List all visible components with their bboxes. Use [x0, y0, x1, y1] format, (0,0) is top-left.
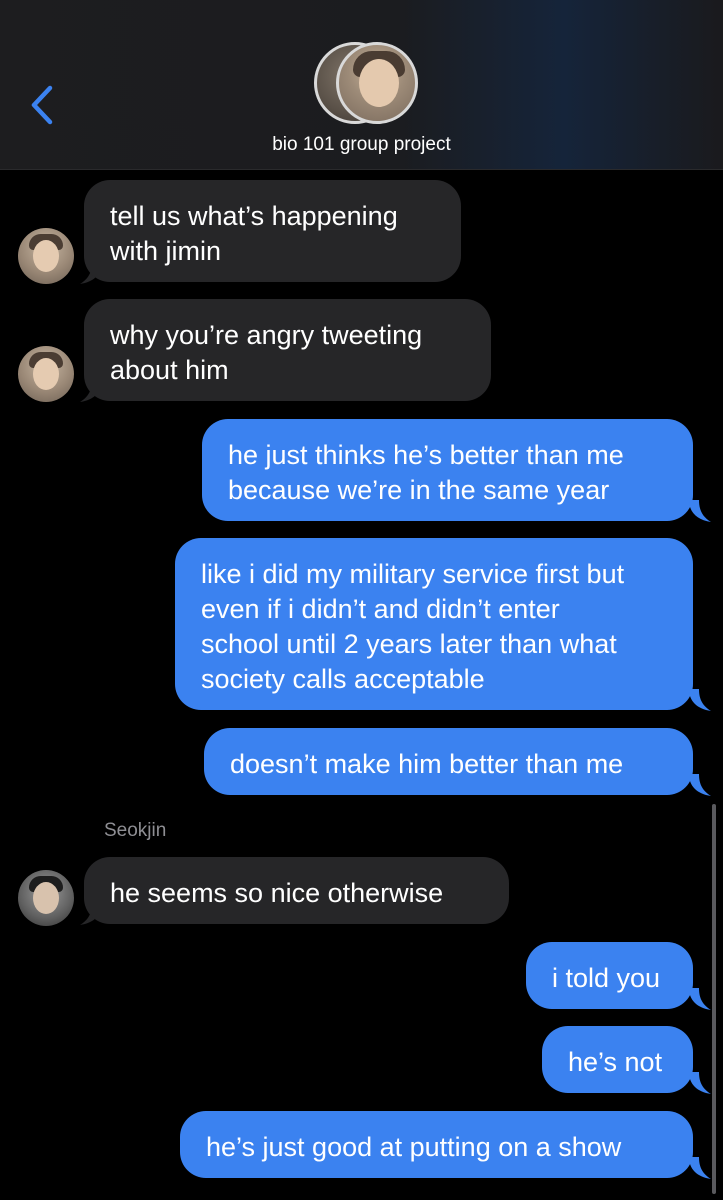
message-line: i told you	[552, 963, 661, 993]
message-line: even if i didn’t and didn’t enter	[201, 594, 560, 624]
message-line: tell us what’s happening	[110, 201, 398, 231]
sender-name: Seokjin	[104, 820, 167, 841]
bubble-tail	[689, 988, 711, 1010]
message-line: like i did my military service first but	[201, 559, 625, 589]
bubble-tail	[689, 1072, 711, 1094]
message-line: because we’re in the same year	[228, 475, 610, 505]
chevron-left-icon[interactable]	[28, 84, 58, 126]
sender-avatar[interactable]	[18, 870, 74, 926]
message-line: he seems so nice otherwise	[110, 878, 444, 908]
message-bubble-outgoing[interactable]: like i did my military service first but…	[175, 538, 693, 710]
bubble-tail	[689, 1157, 711, 1179]
message-line: with jimin	[110, 236, 222, 266]
group-name[interactable]: bio 101 group project	[0, 134, 723, 156]
message-line: he’s not	[568, 1047, 663, 1077]
message-line: about him	[110, 355, 229, 385]
message-bubble-incoming[interactable]: he seems so nice otherwise	[84, 857, 509, 924]
message-bubble-outgoing[interactable]: he just thinks he’s better than me becau…	[202, 419, 693, 521]
bubble-tail	[689, 500, 711, 522]
message-line: why you’re angry tweeting	[110, 320, 423, 350]
message-bubble-incoming[interactable]: tell us what’s happening with jimin	[84, 180, 461, 282]
message-bubble-outgoing[interactable]: i told you	[526, 942, 693, 1009]
sender-avatar[interactable]	[18, 346, 74, 402]
chat-header: bio 101 group project	[0, 0, 723, 170]
message-line: doesn’t make him better than me	[230, 749, 624, 779]
sender-avatar[interactable]	[18, 228, 74, 284]
bubble-tail	[689, 774, 711, 796]
message-line: society calls acceptable	[201, 664, 485, 694]
message-line: he just thinks he’s better than me	[228, 440, 624, 470]
message-bubble-outgoing[interactable]: he’s just good at putting on a show	[180, 1111, 693, 1178]
message-bubble-incoming[interactable]: why you’re angry tweeting about him	[84, 299, 491, 401]
message-line: school until 2 years later than what	[201, 629, 617, 659]
member-avatar-front	[336, 42, 418, 124]
group-avatar[interactable]	[314, 42, 418, 124]
message-bubble-outgoing[interactable]: doesn’t make him better than me	[204, 728, 693, 795]
message-line: he’s just good at putting on a show	[206, 1132, 622, 1162]
bubble-tail	[689, 689, 711, 711]
scrollbar[interactable]	[712, 804, 716, 1194]
message-bubble-outgoing[interactable]: he’s not	[542, 1026, 693, 1093]
